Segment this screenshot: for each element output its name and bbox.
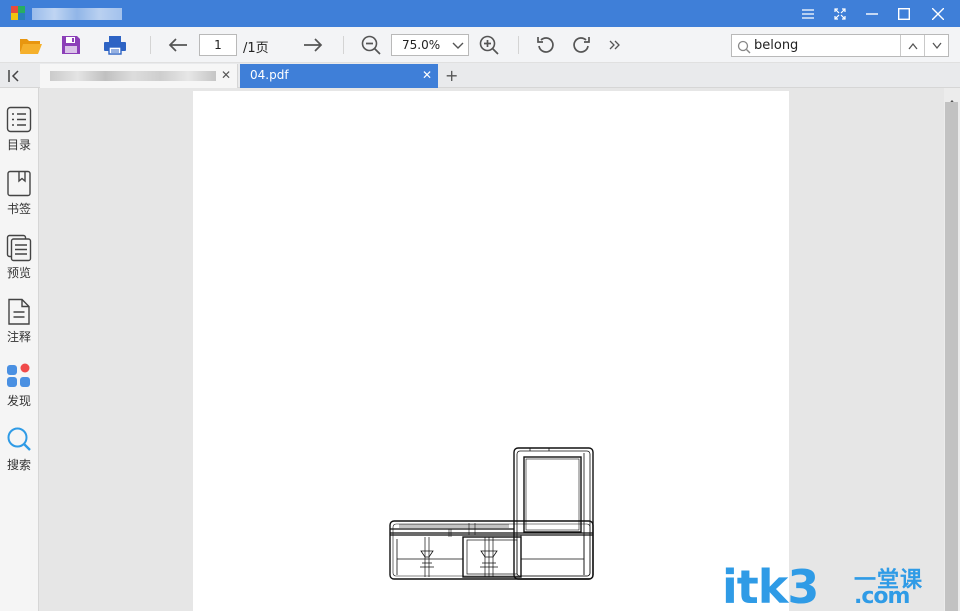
sidebar-item-label: 预览 [6,266,31,280]
toolbar-divider [343,36,344,54]
thumbnails-icon [6,234,32,262]
sidebar-item-discover[interactable]: 发现 [0,362,38,418]
sidebar-item-search[interactable]: 搜索 [0,426,38,482]
sidebar-item-annotation[interactable]: 注释 [0,298,38,354]
search-next-button[interactable] [924,35,948,56]
vertical-scrollbar[interactable] [944,88,960,611]
add-tab-icon[interactable]: + [445,66,458,85]
toc-icon [6,106,32,134]
sidebar-item-label: 搜索 [6,458,31,472]
zoom-in-icon[interactable] [476,27,502,63]
search-field[interactable]: belong [731,34,949,57]
close-tab-icon[interactable]: ✕ [221,68,231,82]
sidebar-item-label: 书签 [6,202,31,216]
tab-document-1[interactable]: ✕ [40,64,238,88]
zoom-out-icon[interactable] [358,27,384,63]
collapse-sidebar-icon[interactable] [8,68,24,87]
sidebar-item-label: 发现 [6,394,31,408]
search-icon [737,39,751,58]
chevron-down-icon [452,39,464,53]
zoom-select[interactable]: 75.0% [391,34,469,56]
tab-label-blurred [50,71,216,81]
tab-label: 04.pdf [250,68,289,82]
save-icon[interactable] [57,27,85,63]
cad-drawing [389,447,594,580]
maximize-icon[interactable] [888,0,920,27]
page-number-input[interactable]: 1 [199,34,237,56]
more-icon[interactable] [606,27,624,63]
scrollbar-thumb[interactable] [945,102,958,611]
search-input[interactable]: belong [754,38,798,53]
search-icon [6,426,32,454]
document-viewport[interactable] [39,88,944,611]
open-folder-icon[interactable] [16,27,46,63]
close-tab-icon[interactable]: ✕ [422,68,432,82]
menu-icon[interactable] [792,0,824,27]
page-total-label: /1页 [243,41,269,56]
site-watermark: itk3 一堂课 .com [722,560,922,611]
annotation-icon [6,298,32,326]
sidebar-item-preview[interactable]: 预览 [0,234,38,290]
rotate-right-icon[interactable] [568,27,594,63]
arrow-left-icon[interactable] [165,27,191,63]
pdf-page [193,91,789,611]
toolbar-divider [150,36,151,54]
toolbar: 1 /1页 75.0% belong [0,27,960,63]
watermark-brand: itk3 [722,560,819,611]
watermark-domain: .com [854,584,910,609]
discover-icon [6,362,32,390]
arrow-right-icon[interactable] [300,27,326,63]
toolbar-divider [518,36,519,54]
sidebar-item-toc[interactable]: 目录 [0,106,38,162]
bookmark-icon [6,170,32,198]
sidebar-item-bookmark[interactable]: 书签 [0,170,38,226]
print-icon[interactable] [100,27,130,63]
search-previous-button[interactable] [900,35,924,56]
tab-bar: ✕ 04.pdf ✕ + [0,63,960,88]
sidebar-item-label: 注释 [6,330,31,344]
zoom-value: 75.0% [402,38,441,52]
fullscreen-icon[interactable] [824,0,856,27]
minimize-icon[interactable] [856,0,888,27]
window-title-blurred [32,8,122,20]
close-icon[interactable] [922,0,954,27]
left-sidebar: 目录 书签 预览 注释 发现 搜索 [0,88,39,611]
app-logo-icon [11,6,25,20]
sidebar-item-label: 目录 [6,138,31,152]
tab-document-2[interactable]: 04.pdf ✕ [240,64,438,88]
title-bar [0,0,960,27]
rotate-left-icon[interactable] [533,27,559,63]
